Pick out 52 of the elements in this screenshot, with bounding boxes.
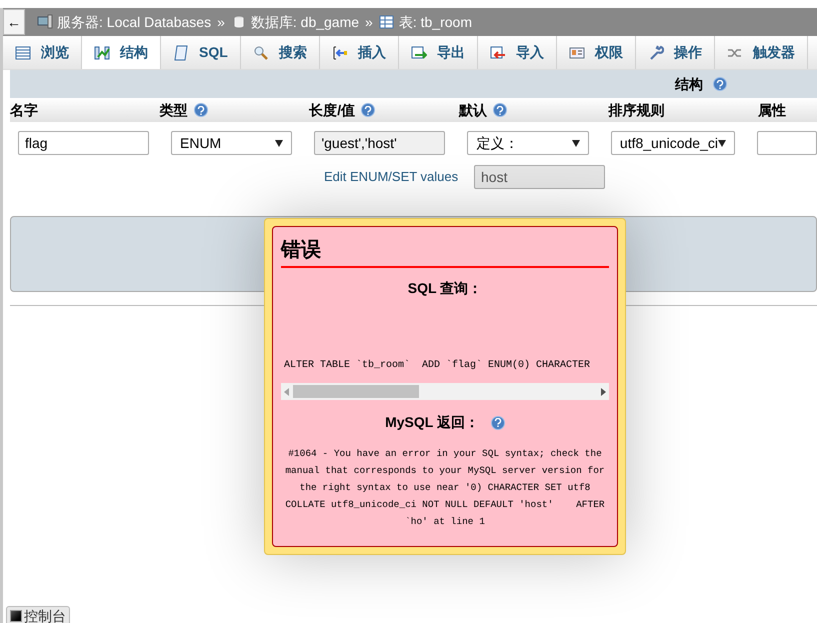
console-tab[interactable]: 控制台 xyxy=(6,606,70,623)
export-icon xyxy=(410,44,427,60)
terminal-icon xyxy=(10,610,22,622)
breadcrumb-link[interactable]: 表: tb_room xyxy=(398,12,472,32)
help-icon[interactable] xyxy=(713,77,727,91)
card-icon xyxy=(568,44,585,60)
insert-icon xyxy=(332,44,348,60)
select-field[interactable]: utf8_unicode_ci xyxy=(610,131,735,155)
import-icon xyxy=(490,44,506,60)
scrollbar-thumb[interactable] xyxy=(293,385,419,398)
column-header: 排序规则 xyxy=(608,100,664,120)
name-field[interactable]: flag xyxy=(18,131,149,155)
help-icon[interactable] xyxy=(492,103,507,117)
breadcrumb-link[interactable]: 数据库: db_game xyxy=(250,12,360,32)
help-icon[interactable] xyxy=(194,103,208,117)
caret-icon xyxy=(572,140,580,146)
scroll-right-icon[interactable] xyxy=(601,388,606,396)
back-button[interactable]: ← xyxy=(3,9,25,35)
edit-enum-link[interactable]: Edit ENUM/SET values xyxy=(324,167,474,187)
table-icon xyxy=(15,44,31,60)
attribute-field[interactable] xyxy=(756,131,817,155)
breadcrumb-link[interactable]: 服务器: Local Databases xyxy=(57,12,212,32)
select-field[interactable]: ENUM xyxy=(171,131,292,155)
sql-heading: SQL 查询： xyxy=(408,279,482,298)
scroll-icon xyxy=(173,44,189,60)
scrollbar[interactable] xyxy=(281,383,609,400)
error-title: 错误 xyxy=(281,235,609,268)
tab[interactable]: 结构 xyxy=(82,36,161,69)
sql-query: ALTER TABLE `tb_room` ADD `flag` ENUM(0) CHARACTER xyxy=(283,358,590,373)
column-header: 默认 xyxy=(458,100,487,120)
default-value-field[interactable]: host xyxy=(474,165,605,189)
caret-icon xyxy=(718,140,726,146)
breadcrumb-separator: » xyxy=(217,12,225,32)
section-title: 结构 xyxy=(675,74,703,94)
select-field[interactable]: 定义： xyxy=(467,131,589,155)
search-icon xyxy=(252,44,269,60)
error-message: #1064 - You have an error in your SQL syntax; check the manual that corresponds to your MySQL server version for the right syntax to use near '0) CHARACTER SET utf8 COLLATE utf8_unicode_ci NOT NULL DEFAULT 'host' AFTER `ho' at line 1 xyxy=(284,447,606,529)
server-icon xyxy=(37,14,53,30)
table-icon xyxy=(378,14,395,30)
help-icon[interactable] xyxy=(490,416,505,430)
column-header: 属性 xyxy=(758,100,786,120)
breadcrumb-separator: » xyxy=(365,12,373,32)
column-header: 类型 xyxy=(160,100,188,120)
help-icon[interactable] xyxy=(361,103,376,117)
wrench-icon xyxy=(648,44,664,60)
mysql-heading: MySQL 返回： xyxy=(385,413,479,432)
column-header: 名字 xyxy=(10,100,38,120)
scroll-left-icon[interactable] xyxy=(284,388,289,396)
length-field[interactable]: 'guest','host' xyxy=(314,131,446,155)
caret-icon xyxy=(275,140,284,146)
column-header: 长度/值 xyxy=(309,100,356,120)
chart-icon xyxy=(94,44,110,60)
